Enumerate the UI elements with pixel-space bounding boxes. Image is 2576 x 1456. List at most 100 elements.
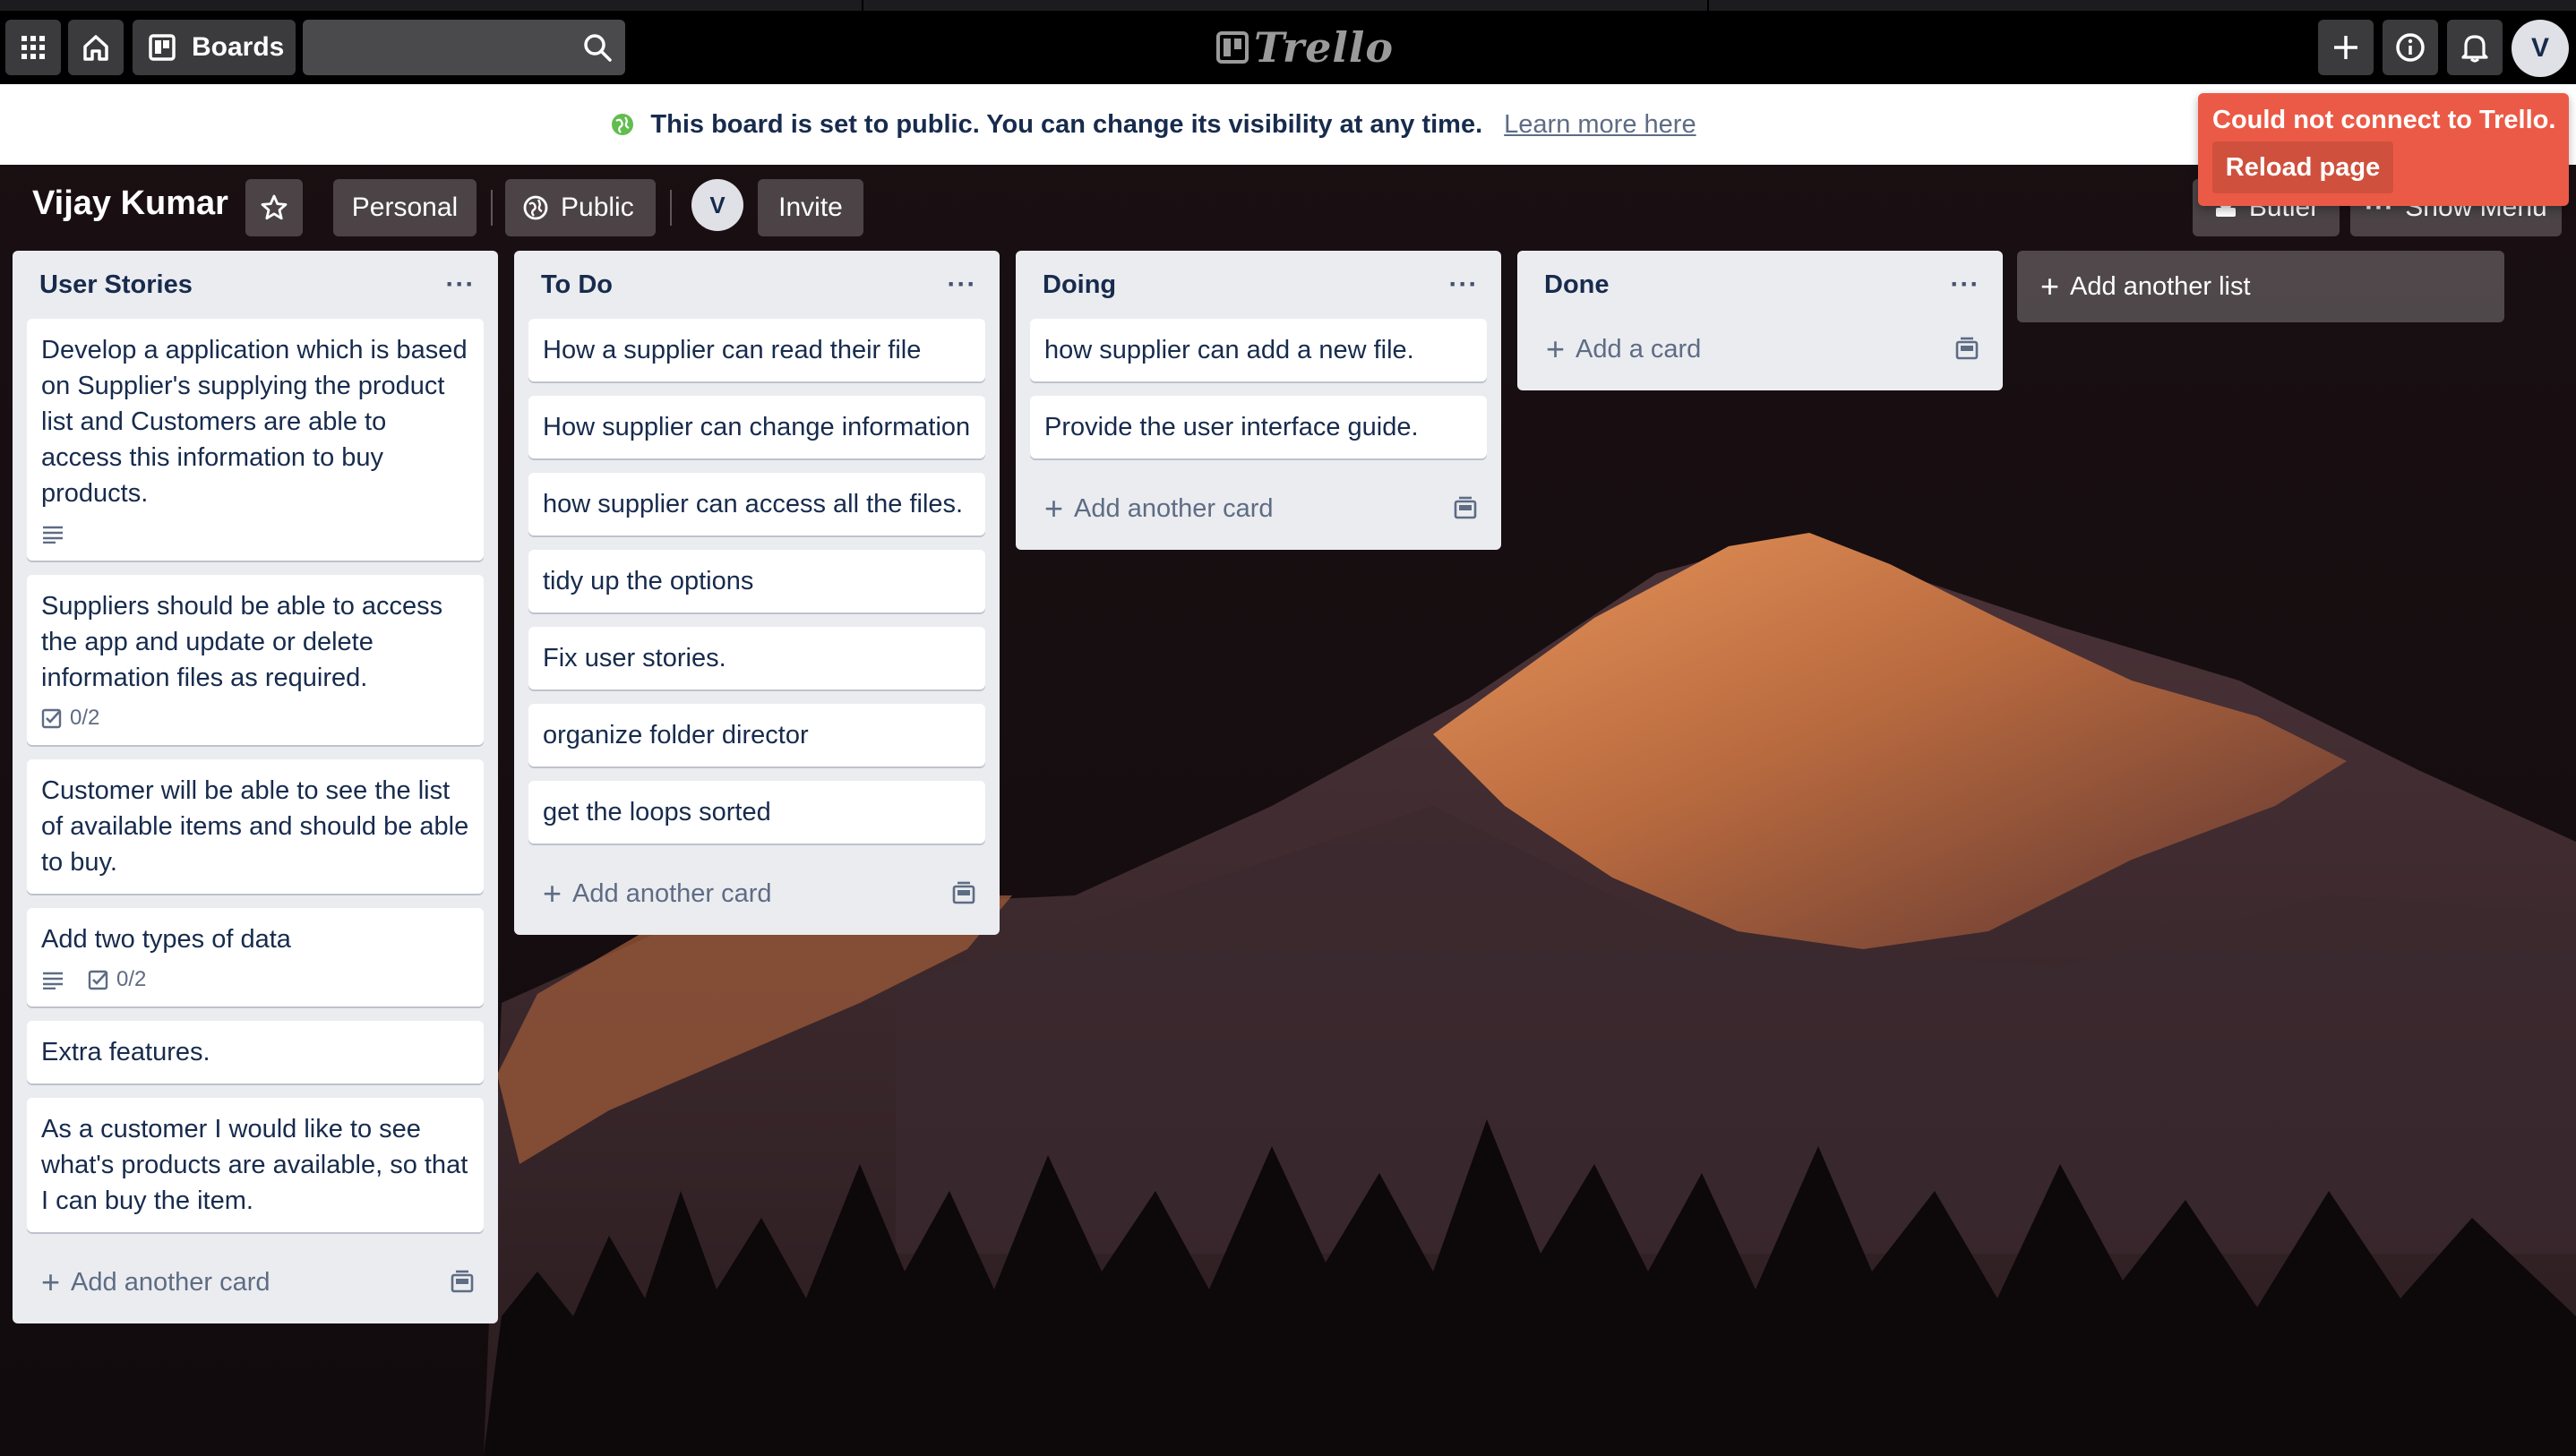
card-template-icon[interactable] [1451,494,1480,523]
list-card[interactable]: How a supplier can read their file [528,319,985,381]
connection-error-alert: Could not connect to Trello. Reload page [2198,93,2569,206]
list-title[interactable]: Doing [1043,270,1116,300]
grid-icon [21,36,45,59]
reload-page-button[interactable]: Reload page [2212,141,2393,193]
add-card-button[interactable]: + Add another card [1025,473,1492,544]
add-card-button[interactable]: + Add another card [21,1246,489,1318]
list-card[interactable]: organize folder director [528,704,985,767]
home-icon [83,35,108,61]
info-button[interactable] [2383,20,2438,75]
list-header: Doing ··· [1016,251,1501,319]
list-card[interactable]: Suppliers should be able to access the a… [27,575,484,745]
list-header: Done ··· [1517,251,2003,319]
add-card-button[interactable]: + Add another card [523,858,991,929]
list-card[interactable]: Extra features. [27,1021,484,1083]
header-divider [670,190,672,226]
card-title: how supplier can add a new file. [1044,336,1414,364]
card-badges [41,520,469,547]
invite-label: Invite [778,193,843,222]
card-badges: 0/2 [41,705,469,732]
boards-label: Boards [192,32,285,62]
card-title: Extra features. [41,1038,210,1066]
create-button[interactable] [2318,20,2374,75]
card-title: How a supplier can read their file [543,336,922,364]
home-button[interactable] [68,20,124,75]
user-avatar[interactable]: V [2512,20,2569,77]
list-card[interactable]: Customer will be able to see the list of… [27,759,484,894]
add-card-label: Add a card [1576,334,1702,364]
list-user-stories: User Stories ··· Develop a application w… [13,251,498,1323]
visibility-label: Public [561,193,634,222]
card-title: Provide the user interface guide. [1044,413,1419,441]
star-icon [261,194,288,220]
public-visibility-banner: This board is set to public. You can cha… [0,84,2576,165]
list-doing: Doing ··· how supplier can add a new fil… [1016,251,1501,550]
card-title: Customer will be able to see the list of… [41,776,469,877]
trello-logo-icon [1216,31,1249,64]
notifications-button[interactable] [2447,20,2503,75]
list-to-do: To Do ··· How a supplier can read their … [514,251,1000,935]
top-navigation-bar: Boards Trello V [0,0,2576,84]
list-card[interactable]: get the loops sorted [528,781,985,844]
card-title: how supplier can access all the files. [543,490,964,518]
list-actions-button[interactable]: ··· [1446,267,1481,303]
list-actions-button[interactable]: ··· [944,267,980,303]
list-card[interactable]: how supplier can add a new file. [1030,319,1487,381]
list-actions-button[interactable]: ··· [442,267,478,303]
add-card-button[interactable]: + Add a card [1526,313,1994,385]
list-card[interactable]: Develop a application which is based on … [27,319,484,561]
card-title: Develop a application which is based on … [41,336,468,508]
plus-icon: + [543,875,562,912]
list-title[interactable]: To Do [541,270,613,300]
list-card[interactable]: How supplier can change information [528,396,985,458]
boards-button[interactable]: Boards [133,20,296,75]
team-label: Personal [351,193,459,222]
search-input[interactable] [303,20,625,75]
list-title[interactable]: Done [1544,270,1610,300]
checklist-icon [41,708,62,729]
card-template-icon[interactable] [448,1268,477,1297]
banner-message: This board is set to public. You can cha… [650,109,1483,139]
card-title: Suppliers should be able to access the a… [41,592,443,692]
list-title[interactable]: User Stories [39,270,193,300]
card-title: Add two types of data [41,925,291,954]
board-visibility-button[interactable]: Public [505,179,656,236]
list-card[interactable]: Fix user stories. [528,627,985,689]
globe-icon [523,195,548,220]
header-divider [491,190,493,226]
card-title: How supplier can change information [543,413,971,441]
card-title: tidy up the options [543,567,754,595]
star-board-button[interactable] [245,179,303,236]
browser-tab-strip [0,0,2576,11]
checklist-count: 0/2 [116,967,147,991]
plus-icon: + [1546,330,1566,367]
board-member-avatar[interactable]: V [691,179,743,231]
card-title: As a customer I would like to see what's… [41,1115,468,1215]
plus-icon: + [41,1263,61,1300]
list-card[interactable]: As a customer I would like to see what's… [27,1098,484,1232]
plus-icon: + [2040,268,2060,304]
add-list-label: Add another list [2070,271,2251,301]
list-done: Done ··· + Add a card [1517,251,2003,390]
list-card[interactable]: how supplier can access all the files. [528,473,985,535]
apps-switcher-button[interactable] [5,20,61,75]
checklist-icon [88,970,108,990]
plus-icon: + [1044,490,1064,527]
bell-icon [2461,35,2488,63]
card-title: get the loops sorted [543,798,771,826]
add-list-button[interactable]: + Add another list [2017,251,2504,322]
card-title: organize folder director [543,721,809,749]
card-badges: 0/2 [41,966,469,993]
card-template-icon[interactable] [949,879,978,908]
checklist-count: 0/2 [70,706,100,730]
list-card[interactable]: tidy up the options [528,550,985,612]
list-actions-button[interactable]: ··· [1947,267,1983,303]
team-visibility-button[interactable]: Personal [333,179,477,236]
card-template-icon[interactable] [1953,335,1981,364]
invite-button[interactable]: Invite [758,179,863,236]
learn-more-link[interactable]: Learn more here [1504,110,1696,140]
board-title[interactable]: Vijay Kumar [32,184,228,223]
trello-logo[interactable]: Trello [1216,23,1394,72]
list-card[interactable]: Provide the user interface guide. [1030,396,1487,458]
list-card[interactable]: Add two types of data 0/2 [27,908,484,1006]
